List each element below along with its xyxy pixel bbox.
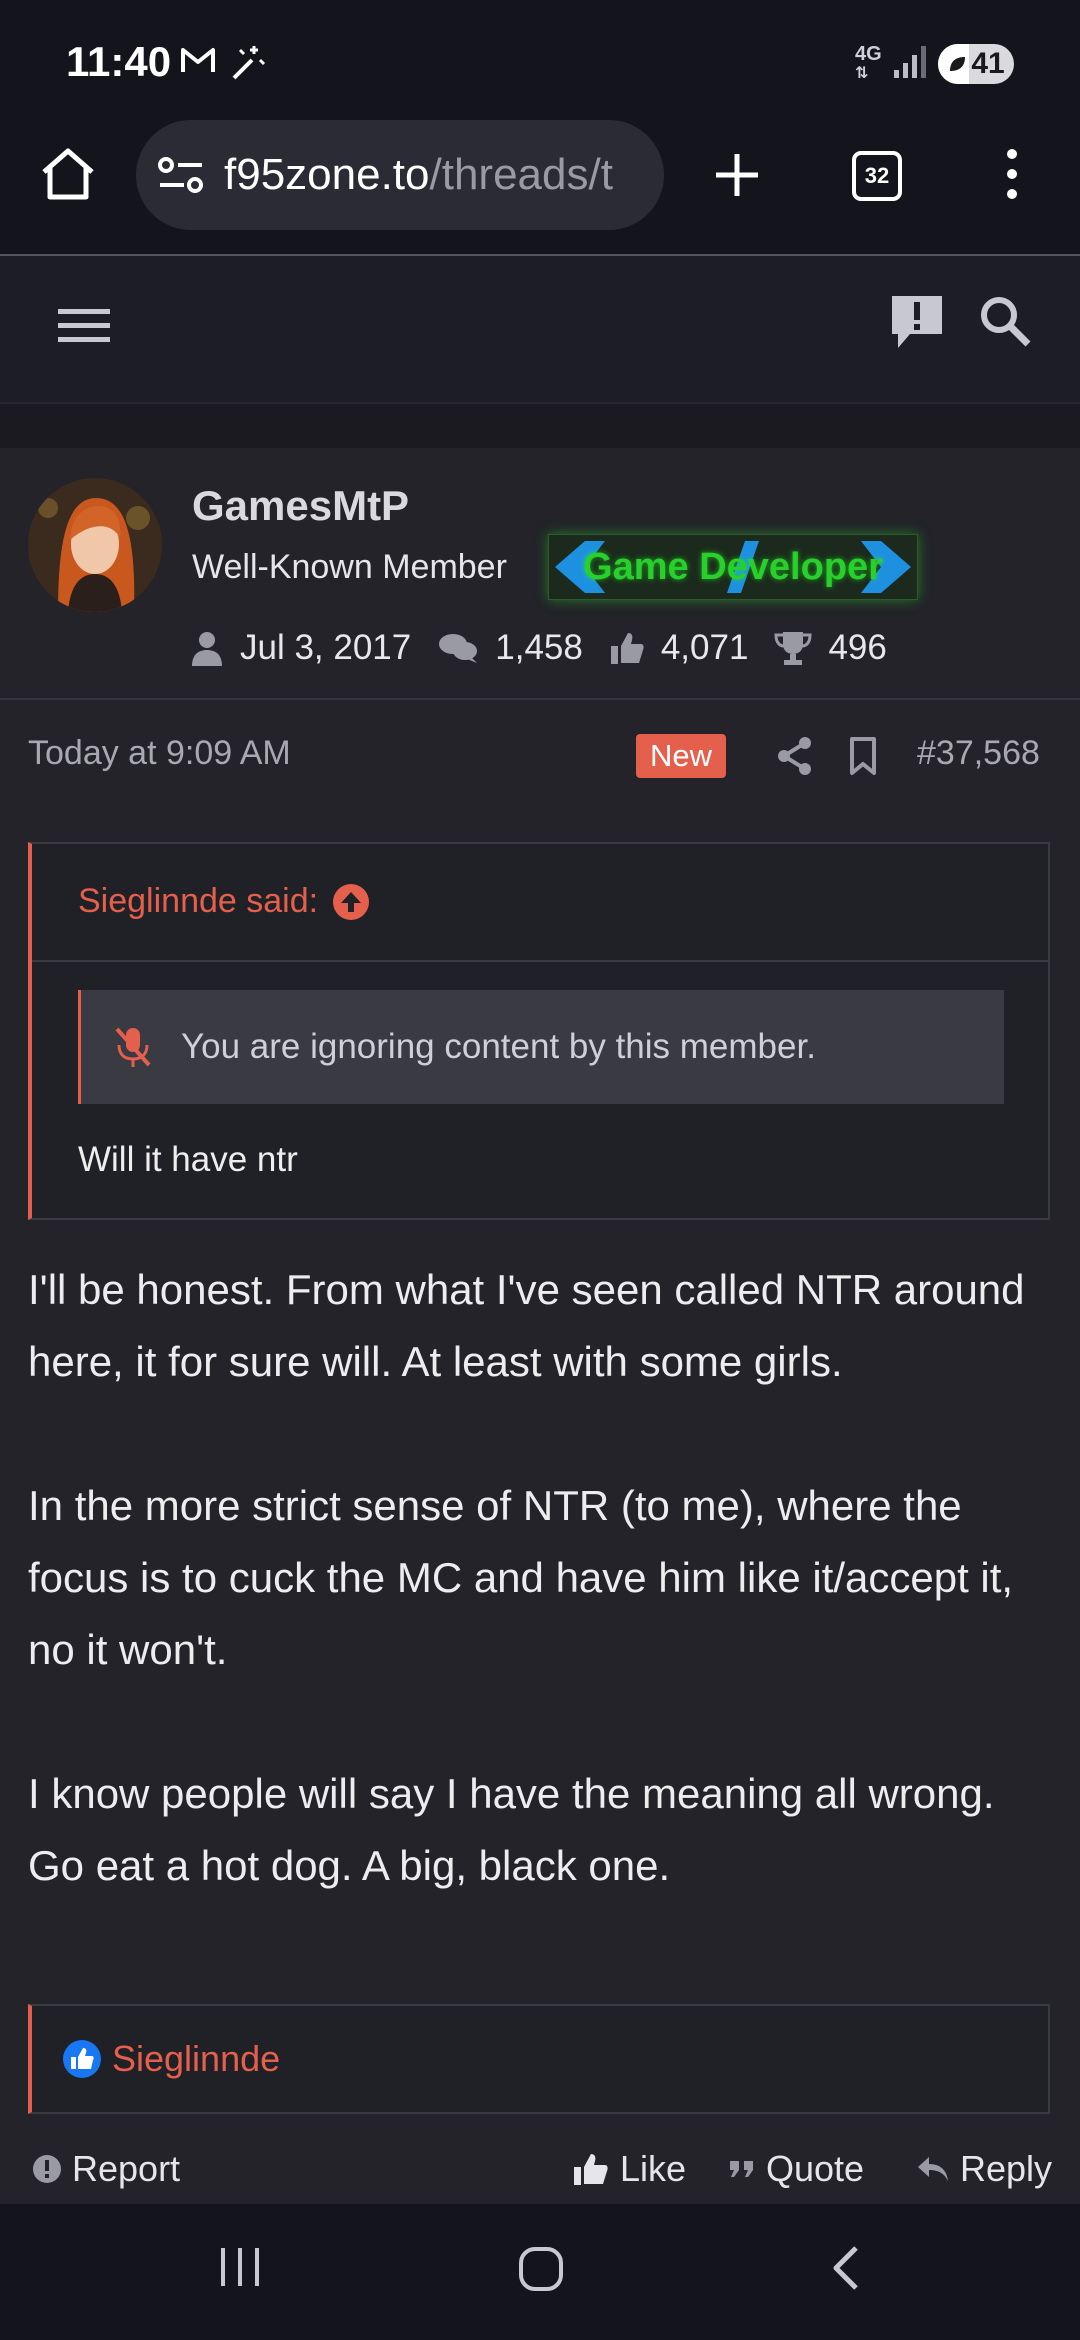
leaf-icon bbox=[950, 57, 966, 71]
join-date: Jul 3, 2017 bbox=[240, 628, 412, 667]
microphone-muted-icon bbox=[115, 1027, 151, 1067]
reactions-bar[interactable]: Sieglinnde bbox=[28, 2004, 1050, 2114]
trophy-points: 496 bbox=[828, 628, 887, 667]
message-count: 1,458 bbox=[495, 628, 583, 667]
avatar-image bbox=[28, 478, 162, 612]
reaction-score: 4,071 bbox=[660, 628, 749, 667]
new-badge: New bbox=[636, 734, 726, 778]
quote-divider bbox=[32, 960, 1050, 962]
quote-button[interactable]: Quote bbox=[728, 2148, 864, 2190]
url-text: f95zone.to/threads/t bbox=[224, 150, 613, 199]
thumbs-up-icon bbox=[610, 633, 644, 664]
search-icon[interactable] bbox=[978, 294, 1032, 348]
trophy-icon bbox=[774, 632, 812, 665]
post-number-link[interactable]: #37,568 bbox=[917, 734, 1040, 773]
author-title: Well-Known Member bbox=[192, 548, 507, 586]
quote-icon bbox=[730, 2161, 753, 2177]
reactor-name[interactable]: Sieglinnde bbox=[112, 2038, 280, 2080]
reply-button[interactable]: Reply bbox=[916, 2148, 1052, 2190]
post-paragraph: In the more strict sense of NTR (to me),… bbox=[28, 1482, 1014, 1673]
post-body: I'll be honest. From what I've seen call… bbox=[28, 1254, 1058, 1974]
back-icon[interactable] bbox=[828, 2244, 862, 2292]
alerts-icon[interactable] bbox=[888, 292, 946, 352]
report-icon bbox=[33, 2155, 61, 2183]
new-tab-icon[interactable] bbox=[712, 150, 762, 200]
reply-icon bbox=[918, 2157, 948, 2181]
menu-icon[interactable] bbox=[56, 306, 112, 346]
game-developer-badge: Game Developer bbox=[548, 534, 918, 600]
battery-level: 41 bbox=[971, 47, 1005, 80]
quote-text: Will it have ntr bbox=[78, 1140, 298, 1179]
battery-indicator: 41 bbox=[938, 44, 1014, 84]
share-icon[interactable] bbox=[776, 736, 814, 776]
thumbs-up-icon bbox=[574, 2154, 608, 2185]
more-options-icon[interactable] bbox=[1000, 148, 1024, 200]
home-button-icon[interactable] bbox=[518, 2246, 564, 2292]
author-stats: Jul 3, 2017 1,458 4,071 496 bbox=[190, 624, 913, 672]
gmail-icon bbox=[181, 48, 215, 72]
arrow-up-circle-icon[interactable] bbox=[332, 883, 370, 921]
author-name[interactable]: GamesMtP bbox=[192, 482, 409, 530]
post-paragraph: I know people will say I have the meanin… bbox=[28, 1770, 995, 1889]
avatar[interactable] bbox=[28, 478, 162, 612]
report-button[interactable]: Report bbox=[32, 2148, 180, 2190]
magic-wand-icon bbox=[232, 46, 266, 80]
bookmark-icon[interactable] bbox=[848, 736, 878, 776]
post-timestamp[interactable]: Today at 9:09 AM bbox=[28, 734, 291, 773]
network-type: 4G ⇅ bbox=[855, 43, 882, 82]
like-reaction-icon bbox=[63, 2040, 101, 2078]
tab-switcher-button[interactable]: 32 bbox=[852, 151, 902, 201]
ignored-content-notice[interactable]: You are ignoring content by this member. bbox=[78, 990, 1004, 1104]
recent-apps-icon[interactable] bbox=[218, 2244, 262, 2290]
post-actions: Report Like Quote Reply bbox=[0, 2148, 1080, 2208]
site-settings-icon[interactable] bbox=[158, 155, 204, 195]
post-paragraph: I'll be honest. From what I've seen call… bbox=[28, 1266, 1025, 1385]
user-icon bbox=[192, 632, 222, 666]
divider bbox=[0, 698, 1080, 700]
address-bar[interactable]: f95zone.to/threads/t bbox=[136, 120, 664, 230]
status-time: 11:40 bbox=[66, 38, 172, 85]
home-icon[interactable] bbox=[38, 146, 98, 202]
signal-icon bbox=[894, 46, 926, 78]
quote-author[interactable]: Sieglinnde said: bbox=[78, 882, 370, 921]
like-button[interactable]: Like bbox=[572, 2148, 686, 2190]
messages-icon bbox=[439, 634, 478, 663]
header-spacer bbox=[0, 402, 1080, 450]
